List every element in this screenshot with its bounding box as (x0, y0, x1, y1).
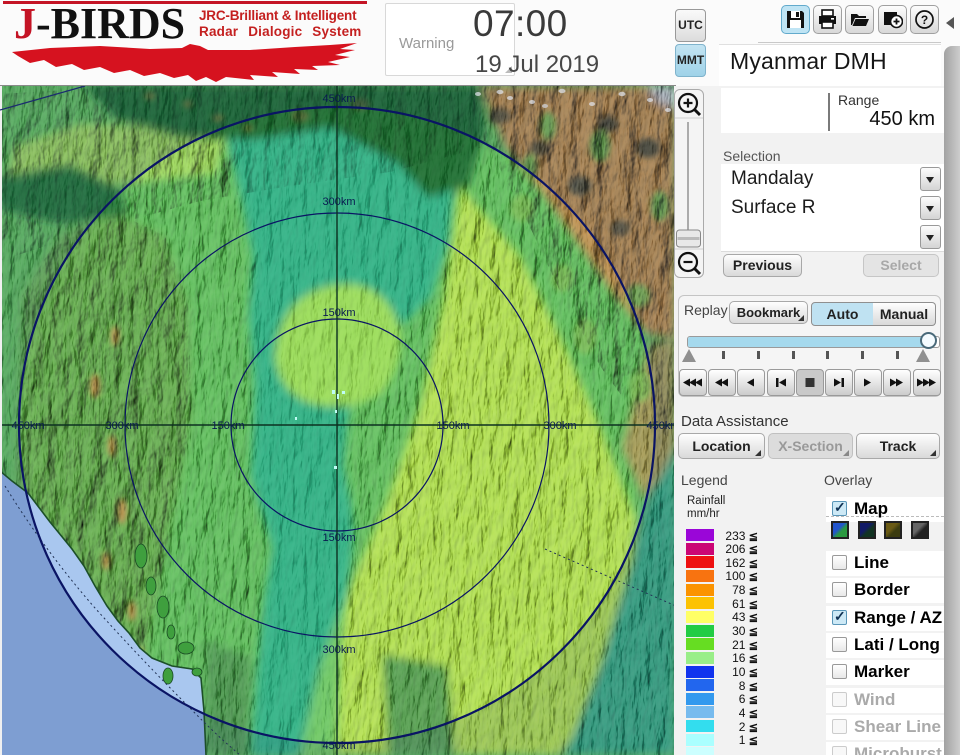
svg-text:300km: 300km (322, 196, 355, 208)
svg-text:450km: 450km (11, 420, 44, 432)
svg-text:450km: 450km (322, 740, 355, 752)
svg-text:450km: 450km (322, 93, 355, 105)
svg-text:450km: 450km (646, 420, 676, 432)
svg-text:150km: 150km (322, 307, 355, 319)
svg-text:?: ? (921, 13, 928, 27)
svg-text:300km: 300km (105, 420, 138, 432)
svg-text:150km: 150km (322, 532, 355, 544)
svg-text:300km: 300km (322, 644, 355, 656)
svg-text:150km: 150km (436, 420, 469, 432)
svg-text:300km: 300km (543, 420, 576, 432)
svg-text:150km: 150km (211, 420, 244, 432)
